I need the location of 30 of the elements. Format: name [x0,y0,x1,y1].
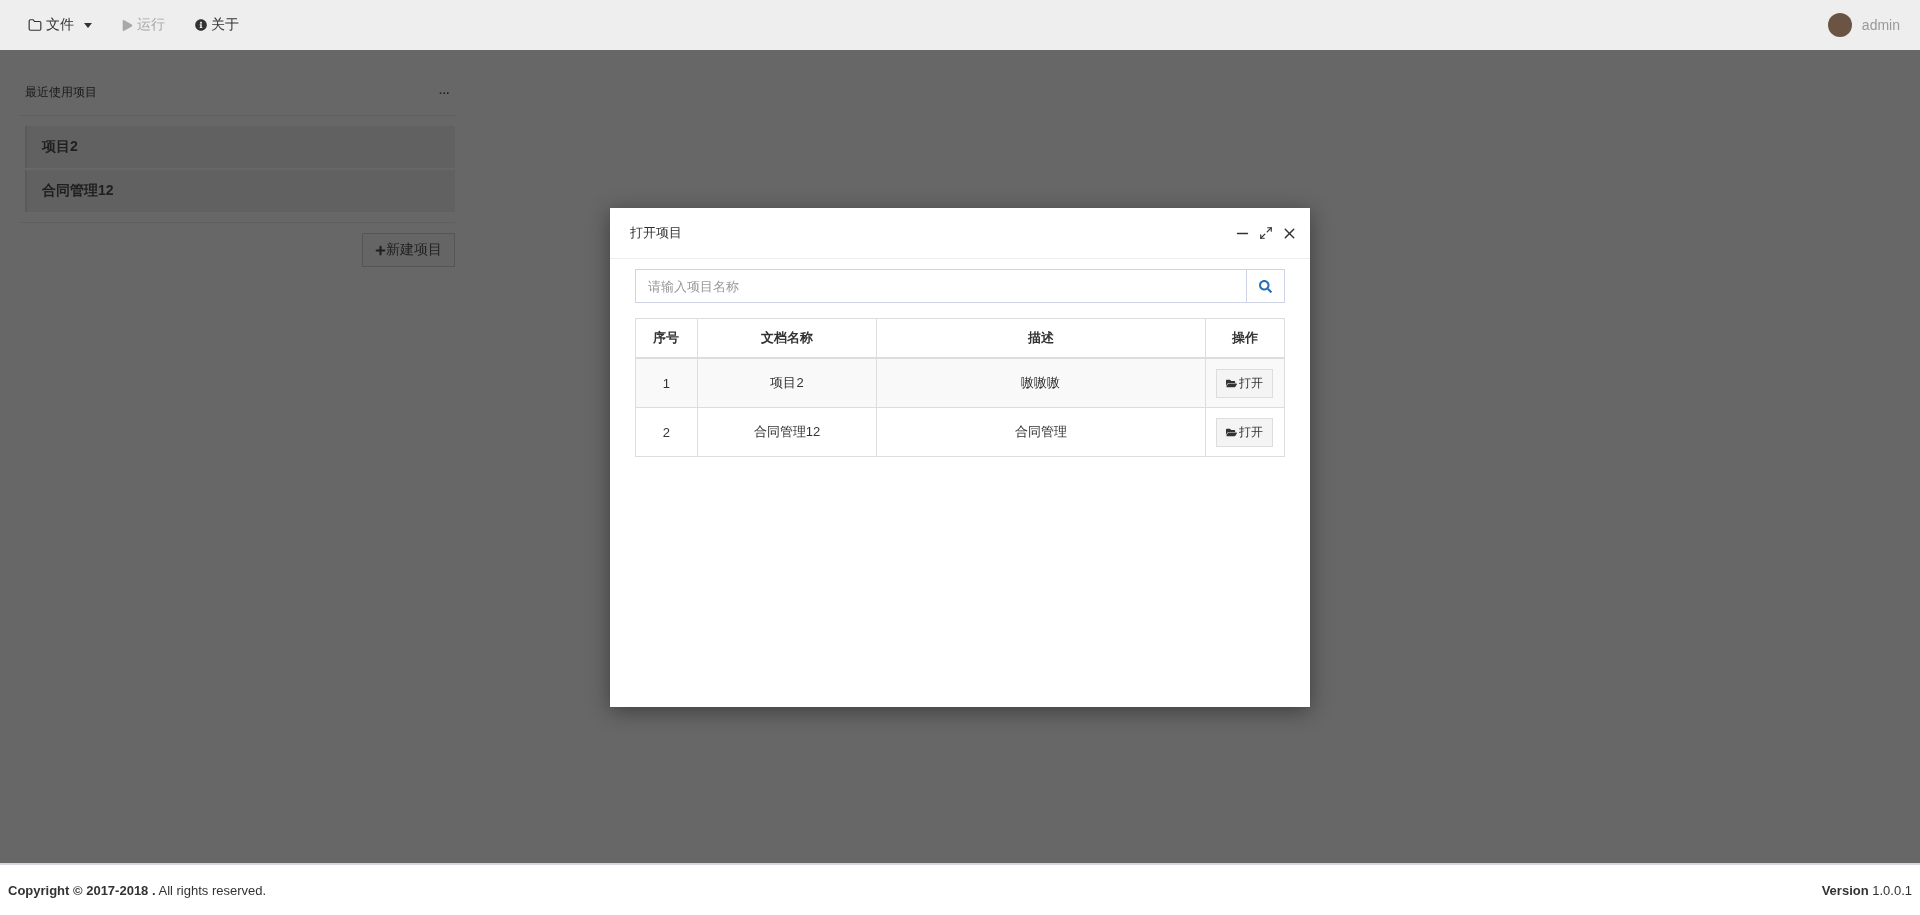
open-button[interactable]: 打开 [1216,368,1274,398]
avatar[interactable] [1827,13,1852,37]
table-cell: 合同管理12 [697,407,877,457]
version-text: Version 1.0.0.1 [1821,882,1912,898]
plus-icon [375,244,386,256]
table-cell: 项目2 [697,358,877,408]
maximize-icon[interactable] [1259,226,1273,240]
folder-icon [1226,377,1238,389]
recent-project-item[interactable]: 合同管理12 [25,170,455,212]
dialog-title: 打开项目 [630,224,683,242]
table-cell: 合同管理 [876,407,1206,457]
new-project-button[interactable]: 新建项目 [362,233,455,267]
recent-project-item[interactable]: 项目2 [25,126,455,168]
play-icon [122,19,133,31]
more-button[interactable]: ··· [439,86,450,99]
panel-title: 最近使用项目 [25,84,97,101]
info-icon [195,19,207,31]
user-name[interactable]: admin [1861,17,1900,33]
folder-icon [28,18,42,32]
folder-icon [1226,426,1238,438]
search-icon [1259,279,1272,293]
search-button[interactable] [1247,269,1285,303]
menu-item[interactable]: 文件 [18,16,102,34]
table-cell: 1 [635,358,698,408]
table-cell: 2 [635,407,698,457]
open-button[interactable]: 打开 [1216,417,1274,447]
table-cell: 嗷嗷嗷 [876,358,1206,408]
copyright-text: Copyright © 2017-2018 . All rights reserved. [8,882,267,898]
search-field[interactable]: 请输入项目名称 [635,269,1247,303]
menu-item[interactable]: 关于 [185,16,249,34]
